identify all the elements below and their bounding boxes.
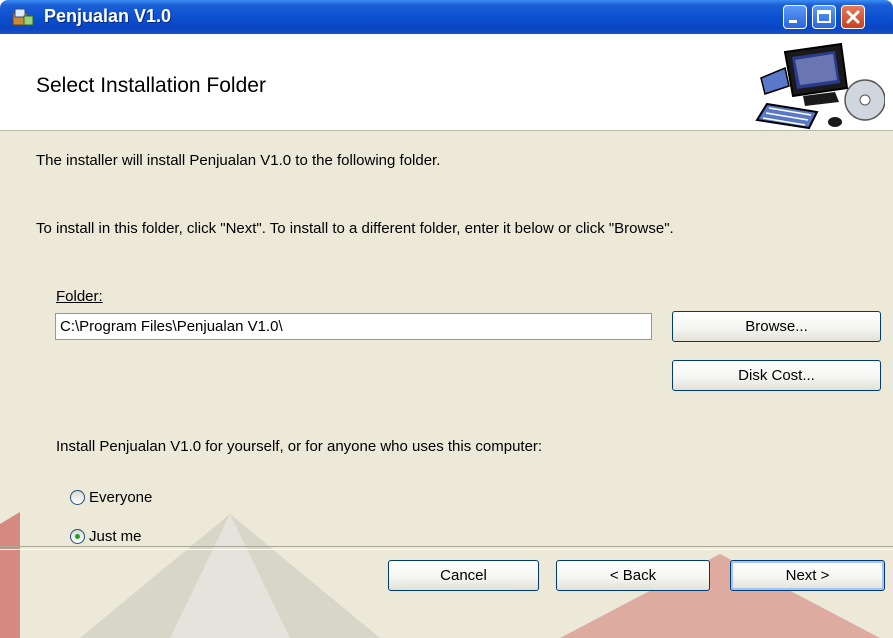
folder-label-text: Folder: — [56, 288, 103, 305]
minimize-button[interactable] — [783, 5, 807, 29]
window-title: Penjualan V1.0 — [44, 6, 172, 26]
intro-text: The installer will install Penjualan V1.… — [36, 152, 441, 169]
back-button[interactable]: < Back — [556, 560, 710, 591]
installer-dialog: Select Installation Folder The installer… — [0, 34, 893, 638]
install-scope-prompt: Install Penjualan V1.0 for yourself, or … — [56, 438, 543, 455]
cancel-button[interactable]: Cancel — [388, 560, 539, 591]
close-button[interactable] — [841, 5, 865, 29]
instructions-text: To install in this folder, click "Next".… — [36, 220, 674, 237]
minimize-icon — [789, 20, 797, 23]
browse-button[interactable]: Browse... — [672, 311, 881, 342]
page-title: Select Installation Folder — [36, 74, 266, 97]
footer-separator — [0, 546, 893, 550]
maximize-button[interactable] — [812, 5, 836, 29]
installer-app-icon — [12, 8, 34, 26]
maximize-icon — [817, 10, 831, 23]
folder-label: Folder: — [56, 288, 103, 305]
header-banner: Select Installation Folder — [0, 34, 893, 131]
close-icon — [846, 10, 860, 24]
title-bar: Penjualan V1.0 — [0, 0, 893, 34]
next-button[interactable]: Next > — [730, 560, 885, 591]
computer-install-icon — [755, 42, 885, 130]
disk-cost-button[interactable]: Disk Cost... — [672, 360, 881, 391]
folder-path-input[interactable] — [55, 313, 652, 340]
